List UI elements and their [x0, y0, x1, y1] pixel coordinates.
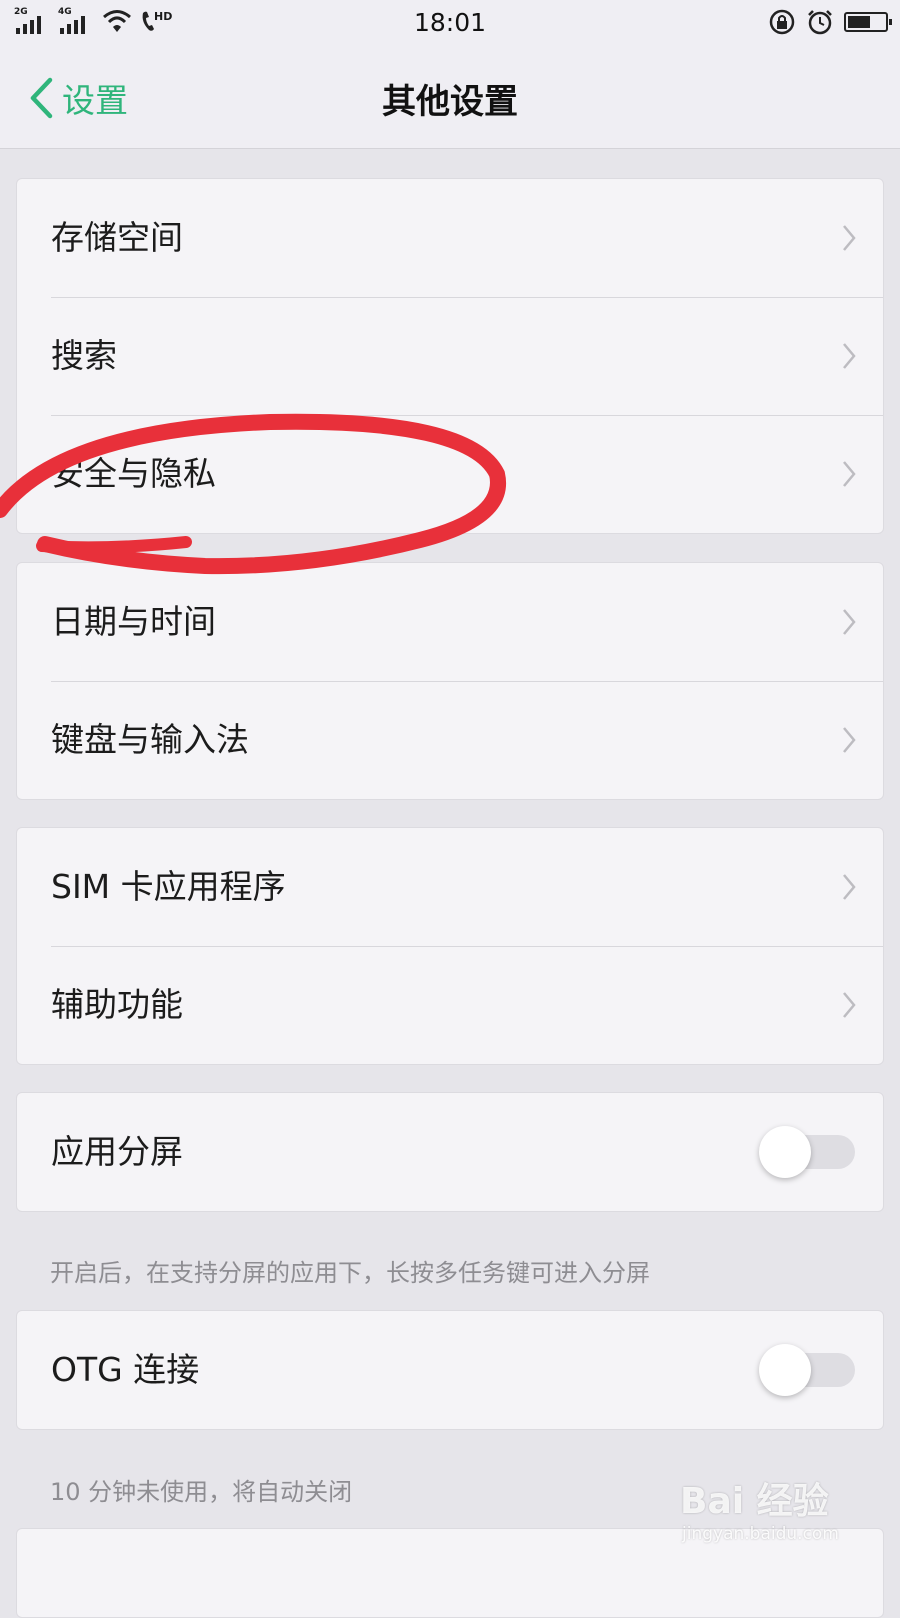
- split-screen-row: 应用分屏: [17, 1093, 883, 1211]
- status-time: 18:01: [413, 8, 487, 37]
- otg-note: 10 分钟未使用，将自动关闭: [50, 1478, 353, 1506]
- sim-apps-row[interactable]: SIM 卡应用程序: [17, 828, 883, 946]
- search-row[interactable]: 搜索: [17, 297, 883, 415]
- settings-group: 日期与时间 键盘与输入法: [16, 562, 884, 800]
- date-time-row[interactable]: 日期与时间: [17, 563, 883, 681]
- chevron-right-icon: [843, 874, 856, 900]
- row-label: 应用分屏: [51, 1132, 183, 1171]
- row-label: 键盘与输入法: [51, 720, 249, 759]
- accessibility-row[interactable]: 辅助功能: [17, 946, 883, 1064]
- keyboard-input-row[interactable]: 键盘与输入法: [17, 681, 883, 799]
- split-screen-note: 开启后，在支持分屏的应用下，长按多任务键可进入分屏: [50, 1259, 650, 1287]
- chevron-right-icon: [843, 992, 856, 1018]
- nav-bar: 设置 其他设置: [0, 46, 900, 149]
- chevron-right-icon: [843, 461, 856, 487]
- chevron-right-icon: [843, 343, 856, 369]
- row-label: 搜索: [51, 336, 117, 375]
- watermark-brand: Bai 经验: [680, 1481, 829, 1522]
- battery-icon: [844, 12, 892, 32]
- row-label: 安全与隐私: [51, 454, 216, 493]
- chevron-right-icon: [843, 225, 856, 251]
- row-label: 日期与时间: [51, 602, 216, 641]
- settings-group: 存储空间 搜索 安全与隐私: [16, 178, 884, 534]
- otg-row: OTG 连接: [17, 1311, 883, 1429]
- watermark-url: jingyan.baidu.com: [682, 1524, 839, 1544]
- row-label: OTG 连接: [51, 1350, 200, 1389]
- rotation-lock-icon: [769, 9, 795, 35]
- settings-group: SIM 卡应用程序 辅助功能: [16, 827, 884, 1065]
- status-bar: 2G 4G HD 18:01: [0, 0, 900, 46]
- battery-level: [848, 16, 870, 28]
- watermark: Bai 经验 jingyan.baidu.com: [680, 1472, 880, 1562]
- row-label: 辅助功能: [51, 985, 183, 1024]
- otg-toggle[interactable]: [759, 1344, 855, 1396]
- alarm-icon: [808, 10, 832, 35]
- security-privacy-row[interactable]: 安全与隐私: [17, 415, 883, 533]
- split-screen-toggle[interactable]: [759, 1126, 855, 1178]
- row-label: 存储空间: [51, 218, 183, 257]
- settings-group: OTG 连接: [16, 1310, 884, 1430]
- page-title: 其他设置: [382, 82, 518, 122]
- storage-row[interactable]: 存储空间: [17, 179, 883, 297]
- chevron-right-icon: [843, 727, 856, 753]
- settings-group: 应用分屏: [16, 1092, 884, 1212]
- chevron-right-icon: [843, 609, 856, 635]
- row-label: SIM 卡应用程序: [51, 867, 286, 906]
